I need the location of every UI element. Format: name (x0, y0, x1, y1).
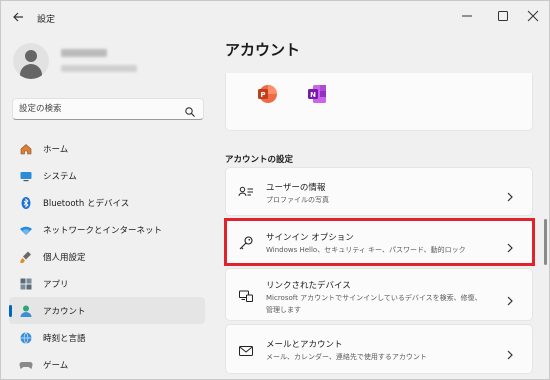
profile-email-redacted (61, 65, 137, 72)
card-title: サインイン オプション (266, 233, 354, 243)
sidebar-item-label: ネットワークとインターネット (43, 226, 163, 236)
home-icon (19, 141, 33, 155)
apps-icon (19, 276, 33, 290)
mail-icon (238, 343, 254, 359)
sidebar-item-label: 個人用設定 (43, 253, 86, 263)
wifi-icon (19, 222, 33, 236)
apps-card: P N (225, 73, 533, 131)
sidebar-nav: ホーム システム Bluetooth とデバイス ネットワークとインターネット … (9, 135, 205, 378)
sidebar-item-bluetooth[interactable]: Bluetooth とデバイス (9, 189, 205, 216)
game-icon (19, 357, 33, 371)
chevron-right-icon (506, 345, 514, 360)
sidebar-item-system[interactable]: システム (9, 162, 205, 189)
search-box[interactable] (12, 98, 204, 120)
mail-accounts-card[interactable]: メールとアカウント メール、カレンダー、連絡先で使用するアカウント (225, 324, 533, 374)
card-subtitle: プロファイルの写真 (266, 196, 329, 204)
search-input[interactable] (19, 102, 179, 116)
chevron-right-icon (506, 291, 514, 306)
brush-icon (19, 249, 33, 263)
bluetooth-icon (19, 195, 33, 209)
user-info-card[interactable]: ユーザーの情報 プロファイルの写真 (225, 167, 533, 216)
sidebar-item-label: Bluetooth とデバイス (43, 199, 130, 209)
sidebar-item-label: ゲーム (43, 361, 69, 371)
sidebar-item-time-language[interactable]: 時刻と言語 (9, 324, 205, 351)
section-title: アカウントの設定 (225, 155, 294, 165)
linked-devices-card[interactable]: リンクされたデバイス Microsoft アカウントでサインインしているデバイス… (225, 268, 533, 321)
onenote-icon[interactable]: N (306, 83, 328, 105)
sidebar-item-label: 時刻と言語 (43, 334, 86, 344)
card-title: リンクされたデバイス (266, 281, 351, 291)
sidebar-item-personalization[interactable]: 個人用設定 (9, 243, 205, 270)
profile-name-redacted (61, 49, 107, 57)
chevron-right-icon (506, 238, 514, 253)
sidebar-item-label: アカウント (43, 307, 86, 317)
chevron-right-icon (506, 187, 514, 202)
linked-devices-icon (238, 288, 254, 304)
system-icon (19, 168, 33, 182)
sidebar-item-accounts[interactable]: アカウント (9, 297, 205, 324)
user-profile (13, 43, 213, 83)
sidebar-item-apps[interactable]: アプリ (9, 270, 205, 297)
scrollbar[interactable] (544, 219, 547, 265)
sidebar-item-label: ホーム (43, 145, 69, 155)
title-bar: 設定 (1, 1, 549, 35)
window-title: 設定 (37, 15, 56, 25)
svg-text:P: P (260, 91, 265, 99)
back-arrow-icon[interactable] (11, 10, 25, 24)
sidebar-item-network[interactable]: ネットワークとインターネット (9, 216, 205, 243)
account-icon (19, 303, 33, 317)
minimize-icon[interactable] (451, 5, 483, 27)
sign-in-options-card[interactable]: サインイン オプション Windows Hello、セキュリティ キー、パスワー… (225, 219, 533, 265)
powerpoint-icon[interactable]: P (256, 83, 278, 105)
card-subtitle-line2: 管理します (266, 306, 301, 314)
user-info-icon (238, 184, 254, 200)
card-subtitle: Microsoft アカウントでサインインしているデバイスを検索、修復、 (266, 294, 482, 302)
search-icon[interactable] (184, 103, 196, 117)
card-title: ユーザーの情報 (266, 183, 326, 193)
selection-indicator (9, 305, 12, 317)
card-subtitle: Windows Hello、セキュリティ キー、パスワード、動的ロック (266, 246, 466, 254)
globe-icon (19, 330, 33, 344)
page-title: アカウント (225, 41, 301, 59)
card-subtitle: メール、カレンダー、連絡先で使用するアカウント (266, 353, 427, 361)
close-icon[interactable] (517, 5, 549, 27)
settings-window: 設定 ホーム シス (0, 0, 550, 380)
avatar (13, 43, 49, 79)
maximize-icon[interactable] (487, 5, 519, 27)
sidebar-item-label: システム (43, 172, 77, 182)
card-title: メールとアカウント (266, 340, 343, 350)
sidebar-item-home[interactable]: ホーム (9, 135, 205, 162)
sidebar-item-label: アプリ (43, 280, 69, 290)
sidebar-item-gaming[interactable]: ゲーム (9, 351, 205, 378)
key-icon (238, 235, 254, 251)
svg-text:N: N (310, 91, 316, 99)
